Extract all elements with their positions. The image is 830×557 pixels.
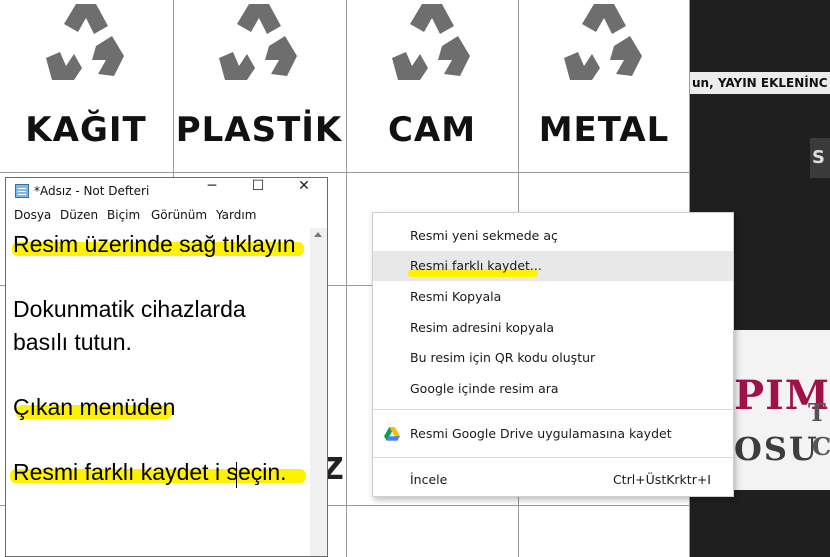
menu-separator: [373, 457, 733, 458]
menu-item-open-new-tab[interactable]: Resmi yeni sekmede aç: [373, 221, 733, 251]
text-line: Resim üzerinde sağ tıklayın: [13, 231, 296, 257]
bin-metal: METAL: [518, 0, 690, 172]
vertical-scrollbar[interactable]: [310, 228, 327, 556]
recycle-icon: [219, 4, 297, 80]
notepad-window: *Adsız - Not Defteri ─ ☐ ✕ Dosya Düzen B…: [5, 177, 328, 557]
minimize-button[interactable]: ─: [189, 178, 235, 204]
text-editor[interactable]: Resim üzerinde sağ tıklayın Dokunmatik c…: [6, 228, 311, 556]
bin-label: CAM: [387, 110, 477, 150]
bin-paper: KAĞIT: [0, 0, 172, 172]
brand-side-text: C: [812, 432, 830, 461]
shortcut-label: Ctrl+ÜstKrktr+I: [612, 472, 711, 487]
brand-side-text: T: [808, 398, 826, 427]
bin-label: METAL: [538, 110, 670, 150]
menu-help[interactable]: Yardım: [216, 208, 256, 222]
context-menu: Resmi yeni sekmede aç Resmi farklı kayde…: [372, 212, 734, 497]
text-line: Resmi farklı kaydet i seçin.: [13, 459, 287, 485]
title-bar[interactable]: *Adsız - Not Defteri ─ ☐ ✕: [6, 178, 327, 204]
scroll-up-icon[interactable]: [314, 232, 322, 237]
menu-item-inspect[interactable]: İncele Ctrl+ÜstKrktr+I: [373, 465, 733, 495]
window-title: *Adsız - Not Defteri: [34, 184, 150, 198]
notepad-icon: [15, 184, 29, 198]
menu-item-save-to-drive[interactable]: Resmi Google Drive uygulamasına kaydet: [373, 419, 733, 449]
text-line: Çıkan menüden: [13, 394, 176, 420]
bin-plastic: PLASTİK: [173, 0, 345, 172]
menu-bar: Dosya Düzen Biçim Görünüm Yardım: [6, 205, 327, 227]
menu-view[interactable]: Görünüm: [151, 208, 207, 222]
menu-file[interactable]: Dosya: [14, 208, 51, 222]
menu-item-save-image-as[interactable]: Resmi farklı kaydet...: [373, 251, 733, 281]
menu-item-copy-image[interactable]: Resmi Kopyala: [373, 282, 733, 312]
grid-line: [0, 172, 690, 173]
text-line: Dokunmatik cihazlarda: [13, 296, 246, 322]
menu-edit[interactable]: Düzen: [60, 208, 98, 222]
menu-separator: [373, 409, 733, 410]
close-button[interactable]: ✕: [281, 178, 327, 204]
google-drive-icon: [384, 427, 400, 441]
menu-format[interactable]: Biçim: [107, 208, 140, 222]
menu-item-qr-code[interactable]: Bu resim için QR kodu oluştur: [373, 343, 733, 373]
brand-text: OSU: [734, 430, 819, 468]
search-button[interactable]: S: [810, 138, 830, 178]
bin-label: KAĞIT: [25, 110, 147, 150]
maximize-button[interactable]: ☐: [235, 178, 281, 204]
text-line: basılı tutun.: [13, 329, 132, 355]
menu-item-search-google[interactable]: Google içinde resim ara: [373, 374, 733, 404]
bin-label: PLASTİK: [175, 110, 343, 150]
menu-item-copy-image-address[interactable]: Resim adresini kopyala: [373, 313, 733, 343]
recycle-icon: [564, 4, 642, 80]
news-ticker[interactable]: un, YAYIN EKLENİNC: [690, 72, 830, 94]
text-caret: [236, 462, 237, 488]
bin-glass: CAM: [346, 0, 518, 172]
recycle-icon: [46, 4, 124, 80]
recycle-icon: [392, 4, 470, 80]
